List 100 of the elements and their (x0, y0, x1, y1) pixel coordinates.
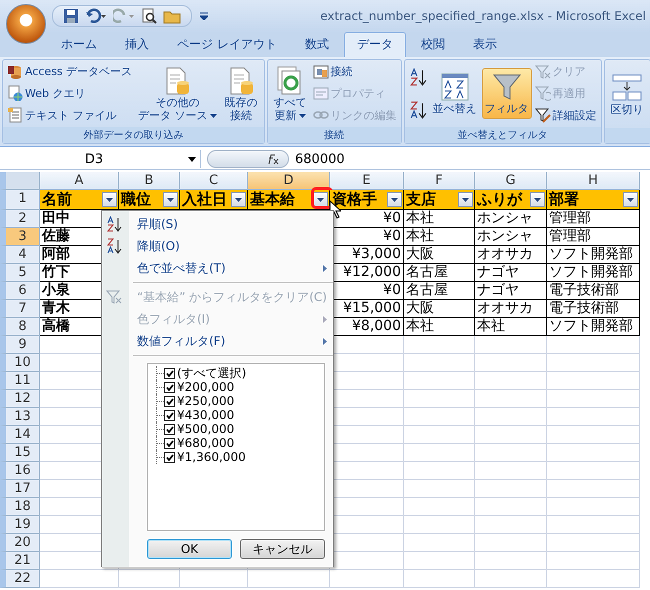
checkbox[interactable] (164, 368, 175, 378)
clear-filter-icon (106, 289, 122, 305)
checkbox[interactable] (164, 424, 175, 434)
checkbox[interactable] (164, 452, 175, 462)
dialog-button[interactable]: キャンセル (240, 539, 325, 559)
ribbon-tab[interactable]: 校閲 (408, 32, 458, 57)
customize-menu-icon[interactable] (200, 12, 208, 20)
group-label-background (604, 128, 650, 143)
print-preview-icon[interactable] (141, 8, 157, 24)
column-header[interactable]: H (547, 172, 640, 190)
menu-item[interactable]: 数値フィルタ(F) (102, 330, 333, 352)
filter-dropdown-button[interactable] (102, 192, 117, 207)
menu-item[interactable]: 色で並べ替え(T) (102, 257, 333, 279)
table-cell: ナゴヤ (477, 282, 519, 298)
submenu-arrow-icon (323, 316, 327, 322)
office-button[interactable] (6, 4, 46, 44)
row-header[interactable]: 8 (0, 318, 40, 336)
group-label: 外部データの取り込み (3, 127, 264, 143)
checkbox[interactable] (164, 396, 175, 406)
ribbon-tab[interactable]: ページ レイアウト (164, 32, 290, 57)
sort-ascending-icon (106, 216, 122, 232)
column-header[interactable]: C (180, 172, 248, 190)
header-cell: 名前 (42, 190, 72, 209)
group-label: 接続 (268, 127, 401, 143)
row-header[interactable]: 20 (0, 534, 40, 552)
header-cell: 資格手 (332, 190, 377, 209)
row-header[interactable]: 18 (0, 498, 40, 516)
menu-item[interactable]: 昇順(S) (102, 213, 333, 235)
row-header[interactable]: 22 (0, 570, 40, 588)
dropdown-arrow-icon (167, 198, 174, 202)
reapply-icon (534, 85, 551, 102)
row-header[interactable]: 17 (0, 480, 40, 498)
row-header[interactable]: 19 (0, 516, 40, 534)
ribbon-button[interactable]: 区切り (608, 68, 647, 120)
dialog-button[interactable]: OK (147, 539, 232, 559)
filter-dropdown-button[interactable] (387, 192, 402, 207)
ribbon-tab[interactable]: 表示 (460, 32, 510, 57)
dropdown-arrow-icon (534, 198, 541, 202)
ribbon-button[interactable]: Access データベース (6, 62, 134, 82)
row-header[interactable]: 16 (0, 462, 40, 480)
ribbon-button[interactable]: 接続 (312, 62, 398, 82)
submenu-arrow-icon (323, 338, 327, 344)
filter-dropdown-button[interactable] (623, 192, 638, 207)
checkbox[interactable] (164, 438, 175, 448)
ribbon-tab[interactable]: 数式 (292, 32, 342, 57)
window-title: extract_number_specified_range.xlsx - Microsoft Excel (320, 9, 647, 23)
text-file-icon (7, 107, 23, 124)
table-cell: 本社 (406, 210, 434, 226)
formula-field[interactable]: 680000 (289, 152, 345, 166)
save-icon[interactable] (63, 8, 79, 24)
checkbox[interactable] (164, 382, 175, 392)
row-header[interactable]: 14 (0, 426, 40, 444)
ribbon-button[interactable]: 既存の 接続 (222, 62, 261, 126)
header-cell: 入社日 (182, 190, 227, 209)
row-header[interactable]: 9 (0, 336, 40, 354)
ribbon-tab[interactable]: ホーム (48, 32, 110, 57)
row-header[interactable]: 10 (0, 354, 40, 372)
row-header[interactable]: 7 (0, 300, 40, 318)
table-cell: 管理部 (549, 210, 591, 226)
ribbon-button[interactable]: Web クエリ (6, 83, 134, 104)
row-header[interactable]: 3 (0, 228, 40, 246)
filter-dropdown-button[interactable] (163, 192, 178, 207)
column-header[interactable]: F (404, 172, 475, 190)
undo-icon[interactable] (85, 8, 107, 24)
row-header[interactable]: 2 (0, 210, 40, 228)
table-cell: 小泉 (42, 282, 70, 298)
row-header[interactable]: 4 (0, 246, 40, 264)
ribbon-button[interactable]: すべて 更新 (270, 62, 310, 126)
table-cell: 本社 (477, 318, 505, 334)
row-header[interactable]: 6 (0, 282, 40, 300)
header-cell: 部署 (549, 190, 579, 209)
row-header[interactable]: 11 (0, 372, 40, 390)
table-cell: 管理部 (549, 228, 591, 244)
ribbon-button[interactable]: 詳細設定 (534, 105, 598, 126)
column-header[interactable]: A (40, 172, 119, 190)
row-header[interactable]: 13 (0, 408, 40, 426)
ribbon-button[interactable]: 並べ替え (430, 68, 480, 119)
filter-dropdown-button[interactable] (231, 192, 246, 207)
checkbox[interactable] (164, 410, 175, 420)
ribbon-button[interactable]: フィルタ (482, 68, 532, 119)
row-header[interactable]: 15 (0, 444, 40, 462)
value-label: (すべて選択) (177, 364, 246, 382)
filter-dropdown-button[interactable] (530, 192, 545, 207)
menu-item[interactable]: 降順(O) (102, 235, 333, 257)
value-label: ¥680,000 (177, 436, 234, 450)
row-header[interactable]: 21 (0, 552, 40, 570)
ribbon-button[interactable]: テキスト ファイル (6, 105, 134, 126)
ribbon-button[interactable]: その他の データ ソース (135, 62, 220, 126)
row-header[interactable]: 5 (0, 264, 40, 282)
ribbon-tab[interactable]: データ (344, 32, 406, 57)
column-header[interactable]: D (248, 172, 330, 190)
row-header[interactable]: 1 (0, 190, 40, 210)
row-header[interactable]: 12 (0, 390, 40, 408)
column-header[interactable]: E (330, 172, 404, 190)
column-header[interactable]: B (119, 172, 180, 190)
filter-dropdown-button[interactable] (458, 192, 473, 207)
column-header[interactable]: G (475, 172, 547, 190)
name-box[interactable]: D3 (0, 150, 201, 168)
ribbon-tab[interactable]: 挿入 (112, 32, 162, 57)
table-cell: オオサカ (477, 300, 533, 316)
